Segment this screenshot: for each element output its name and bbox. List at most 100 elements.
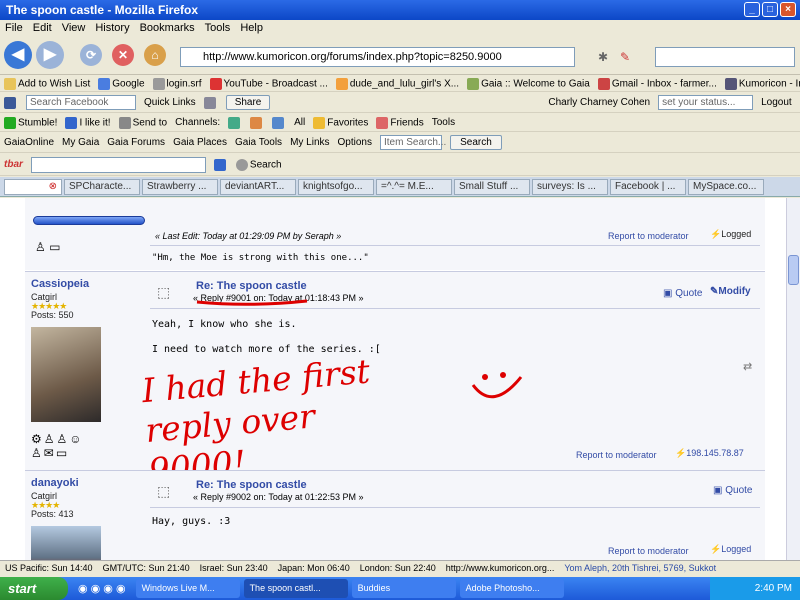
report-link[interactable]: Report to moderator <box>608 231 689 241</box>
channel-icon[interactable] <box>272 116 285 129</box>
status-input[interactable]: set your status... <box>658 95 754 110</box>
tab-strip: ⊗ SPCharacte... Strawberry ... deviantAR… <box>0 177 800 197</box>
bookmark-item[interactable]: login.srf <box>152 77 202 90</box>
taskbar-item[interactable]: Windows Live M... <box>135 579 240 598</box>
post-title[interactable]: Re: The spoon castle <box>196 479 307 491</box>
gaia-item[interactable]: Options <box>338 137 372 148</box>
logout-link[interactable]: Logout <box>761 97 792 108</box>
stumble-button[interactable]: Stumble! <box>4 116 57 129</box>
home-icon[interactable] <box>203 96 216 109</box>
tab-item[interactable]: =^.^= M.E... <box>376 179 452 195</box>
reload-icon[interactable]: ⟳ <box>80 44 102 66</box>
minimize-button[interactable]: _ <box>744 2 760 17</box>
url-input[interactable]: http://www.kumoricon.org/forums/index.ph… <box>180 47 575 67</box>
dropdown-icon[interactable] <box>213 158 226 171</box>
bookmark-item[interactable]: dude_and_lulu_girl's X... <box>335 77 459 90</box>
gaia-item[interactable]: Gaia Places <box>173 137 227 148</box>
smiley-drawing <box>471 372 523 399</box>
bookmark-item[interactable]: Google <box>98 77 145 90</box>
post-body-line: Hay, guys. :3 <box>152 516 231 527</box>
taskbar-item[interactable]: The spoon castl... <box>243 579 348 598</box>
hebrew-date: Yom Aleph, 20th Tishrei, 5769, Sukkot <box>564 563 717 573</box>
modify-button[interactable]: ✎Modify <box>710 286 751 297</box>
post-icon: ⬚ <box>157 483 171 499</box>
forward-button[interactable]: ▶ <box>36 41 64 69</box>
tab-item[interactable]: Facebook | ... <box>610 179 686 195</box>
gaia-item[interactable]: GaiaOnline <box>4 137 54 148</box>
taskbar-item[interactable]: Adobe Photosho... <box>459 579 564 598</box>
tab-item[interactable]: SPCharacte... <box>64 179 140 195</box>
quick-launch-icons[interactable]: ◉ ◉ ◉ ◉ <box>78 582 126 595</box>
report-icon[interactable]: ⇄ <box>743 360 752 373</box>
home-icon[interactable]: ⌂ <box>144 44 166 66</box>
friends-button[interactable]: Friends <box>376 116 424 129</box>
taskbar-item[interactable]: Buddies <box>351 579 456 598</box>
maximize-button[interactable]: □ <box>762 2 778 17</box>
go-icon[interactable]: ✱ <box>598 50 608 64</box>
clock-london: London: Sun 22:40 <box>359 563 436 573</box>
page-icon <box>152 77 165 90</box>
post-reply-info: « Reply #9002 on: Today at 01:22:53 PM » <box>193 492 364 502</box>
bookmark-item[interactable]: Gmail - Inbox - farmer... <box>597 77 717 90</box>
channel-icon[interactable] <box>250 116 263 129</box>
report-link[interactable]: Report to moderator <box>608 546 689 556</box>
start-button[interactable]: start <box>0 577 68 600</box>
menu-help[interactable]: Help <box>240 22 263 35</box>
like-button[interactable]: I like it! <box>65 116 111 129</box>
tab-item[interactable]: deviantART... <box>220 179 296 195</box>
tab-item[interactable]: Strawberry ... <box>142 179 218 195</box>
menu-tools[interactable]: Tools <box>205 22 231 35</box>
menu-edit[interactable]: Edit <box>33 22 52 35</box>
bookmark-item[interactable]: YouTube - Broadcast ... <box>209 77 328 90</box>
menu-history[interactable]: History <box>95 22 129 35</box>
gaia-item[interactable]: My Links <box>290 137 329 148</box>
facebook-search-input[interactable]: Search Facebook <box>26 95 136 110</box>
report-link[interactable]: Report to moderator <box>576 450 657 460</box>
stop-icon[interactable]: ✕ <box>112 44 134 66</box>
post-title[interactable]: Re: The spoon castle <box>196 280 307 292</box>
share-button[interactable]: Share <box>225 95 271 110</box>
tab-item[interactable]: MySpace.co... <box>688 179 764 195</box>
close-button[interactable]: × <box>780 2 796 17</box>
tools-menu[interactable]: Tools <box>432 117 455 128</box>
close-tab-icon[interactable]: ⊗ <box>49 181 57 192</box>
channel-icon[interactable] <box>228 116 241 129</box>
tray-clock[interactable]: 2:40 PM <box>755 583 792 594</box>
red-underline-mark <box>196 299 308 306</box>
facebook-icon[interactable] <box>4 96 16 109</box>
quote-button[interactable]: ▣ Quote <box>713 485 752 496</box>
menu-bookmarks[interactable]: Bookmarks <box>140 22 195 35</box>
gaia-search-button[interactable]: Search <box>449 135 502 150</box>
tab-current[interactable]: ⊗ <box>4 179 62 195</box>
tbar-search-input[interactable] <box>30 156 206 173</box>
tbar-search-button[interactable]: Search <box>235 158 282 171</box>
star-icon <box>313 116 326 129</box>
all-menu[interactable]: All <box>294 117 305 128</box>
menu-file[interactable]: File <box>5 22 23 35</box>
item-search-input[interactable]: Item Search... <box>379 135 446 150</box>
tool-icon[interactable]: ✎ <box>620 50 630 64</box>
scrollbar-thumb[interactable] <box>788 255 799 285</box>
user-name[interactable]: Charly Charney Cohen <box>548 97 650 108</box>
vertical-scrollbar[interactable] <box>786 198 800 560</box>
bookmark-item[interactable]: Add to Wish List <box>4 77 90 90</box>
bookmark-item[interactable]: Kumoricon - Index <box>724 77 800 90</box>
web-search-input[interactable] <box>655 47 795 67</box>
tab-item[interactable]: surveys: Is ... <box>532 179 608 195</box>
logged-status: ⚡Logged <box>710 229 752 239</box>
post-username[interactable]: Cassiopeia <box>31 278 89 290</box>
back-button[interactable]: ◀ <box>4 41 32 69</box>
forum-post: danayoki Catgirl ★★★★ Posts: 413 ⬚ Re: T… <box>25 470 765 560</box>
post-username[interactable]: danayoki <box>31 477 79 489</box>
gaia-item[interactable]: Gaia Tools <box>235 137 282 148</box>
tab-item[interactable]: knightsofgo... <box>298 179 374 195</box>
menu-view[interactable]: View <box>62 22 86 35</box>
bookmark-item[interactable]: Gaia :: Welcome to Gaia <box>467 77 590 90</box>
tab-item[interactable]: Small Stuff ... <box>454 179 530 195</box>
favorites-button[interactable]: Favorites <box>313 116 368 129</box>
quick-links-menu[interactable]: Quick Links <box>144 97 196 108</box>
quote-button[interactable]: ▣ Quote <box>663 288 702 299</box>
gaia-item[interactable]: Gaia Forums <box>107 137 165 148</box>
send-to-button[interactable]: Send to <box>118 116 167 129</box>
gaia-item[interactable]: My Gaia <box>62 137 99 148</box>
